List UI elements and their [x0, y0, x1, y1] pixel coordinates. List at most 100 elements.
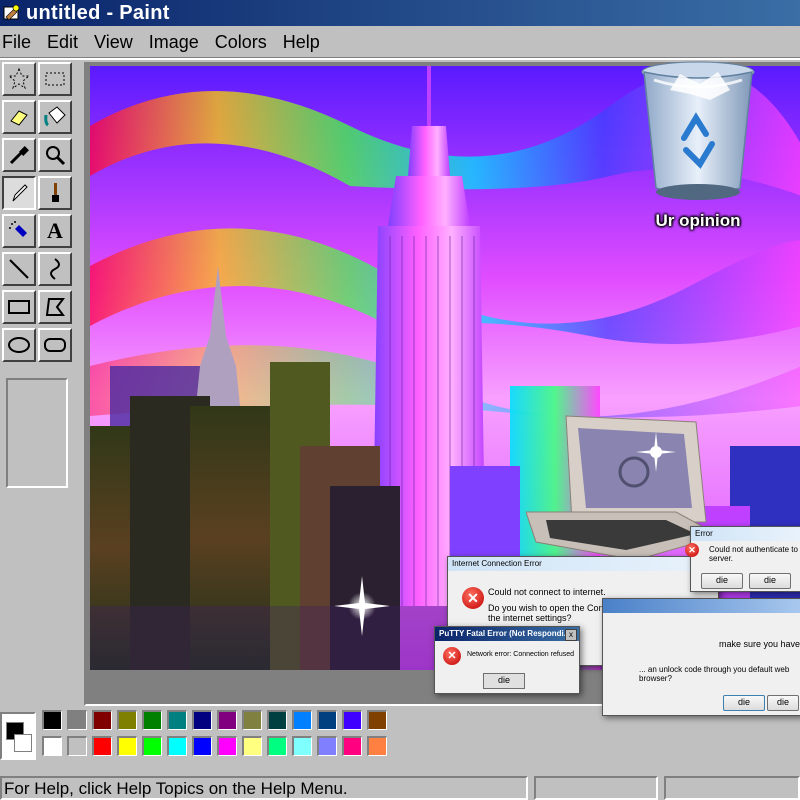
palette-swatch[interactable]	[117, 736, 137, 756]
menu-bar: File Edit View Image Colors Help	[0, 28, 800, 56]
error-icon: ✕	[685, 543, 699, 557]
palette-swatch[interactable]	[267, 736, 287, 756]
die-button[interactable]: die	[483, 673, 525, 689]
palette-swatch[interactable]	[267, 710, 287, 730]
palette-swatch[interactable]	[317, 736, 337, 756]
ellipse-tool[interactable]	[2, 328, 36, 362]
menu-file[interactable]: File	[0, 32, 39, 53]
palette-swatch[interactable]	[142, 736, 162, 756]
pick-color-tool[interactable]	[2, 138, 36, 172]
dialog-title: PuTTY Fatal Error (Not Respondi...	[439, 629, 571, 638]
error-icon: ✕	[443, 647, 461, 665]
palette-swatch[interactable]	[317, 710, 337, 730]
status-cell-position	[534, 776, 658, 800]
line-tool[interactable]	[2, 252, 36, 286]
menu-colors[interactable]: Colors	[207, 32, 275, 53]
rectangle-tool[interactable]	[2, 290, 36, 324]
palette-swatch[interactable]	[292, 710, 312, 730]
brush-tool[interactable]	[38, 176, 72, 210]
curve-tool[interactable]	[38, 252, 72, 286]
current-colors-box	[0, 712, 36, 760]
menu-image[interactable]: Image	[141, 32, 207, 53]
menu-help[interactable]: Help	[275, 32, 328, 53]
eraser-icon	[10, 110, 28, 126]
rounded-rectangle-icon	[44, 338, 66, 352]
background-color-swatch[interactable]	[14, 734, 32, 752]
palette-swatch[interactable]	[292, 736, 312, 756]
auth-error-dialog: Error ✕ Could not authenticate to server…	[685, 526, 800, 592]
dialog-title: Error	[691, 527, 800, 541]
dialog-message: Could not authenticate to server.	[709, 545, 798, 563]
palette-swatch[interactable]	[42, 736, 62, 756]
menu-edit[interactable]: Edit	[39, 32, 86, 53]
polygon-tool[interactable]	[38, 290, 72, 324]
paint-app-icon[interactable]	[2, 3, 22, 23]
ellipse-icon	[8, 337, 30, 353]
color-palette	[0, 704, 800, 766]
pencil-icon	[12, 184, 28, 202]
palette-swatch[interactable]	[42, 710, 62, 730]
fill-icon	[44, 106, 66, 127]
close-icon[interactable]: x	[565, 629, 577, 641]
palette-swatch[interactable]	[217, 710, 237, 730]
brush-icon	[52, 183, 59, 202]
pick-color-icon	[9, 146, 29, 165]
status-text: For Help, click Help Topics on the Help …	[0, 776, 528, 800]
free-form-select-tool[interactable]	[2, 62, 36, 96]
airbrush-tool[interactable]	[2, 214, 36, 248]
palette-swatch[interactable]	[167, 710, 187, 730]
title-bar: untitled - Paint	[0, 0, 800, 26]
recycle-bin-icon	[641, 61, 755, 200]
eraser-tool[interactable]	[2, 100, 36, 134]
dialog-title: Internet Connection Error	[448, 557, 718, 571]
curve-icon	[50, 258, 60, 280]
palette-swatch[interactable]	[192, 736, 212, 756]
recycle-bin[interactable]: Ur opinion	[640, 60, 756, 231]
magnifier-icon	[46, 146, 66, 166]
toolbox: A	[0, 60, 78, 700]
palette-swatch[interactable]	[242, 710, 262, 730]
magnifier-tool[interactable]	[38, 138, 72, 172]
airbrush-icon	[9, 221, 27, 237]
putty-error-dialog: PuTTY Fatal Error (Not Respondi... x ✕ N…	[434, 626, 580, 694]
select-tool[interactable]	[38, 62, 72, 96]
palette-swatch[interactable]	[142, 710, 162, 730]
fill-tool[interactable]	[38, 100, 72, 134]
window-title: untitled - Paint	[26, 1, 170, 24]
palette-swatch[interactable]	[167, 736, 187, 756]
palette-swatch[interactable]	[67, 710, 87, 730]
status-bar: For Help, click Help Topics on the Help …	[0, 772, 800, 800]
palette-swatch[interactable]	[67, 736, 87, 756]
unlock-dialog: make sure you have an inte ... an unlock…	[602, 598, 800, 716]
rounded-rectangle-tool[interactable]	[38, 328, 72, 362]
dialog-title-bar: PuTTY Fatal Error (Not Respondi...	[435, 627, 579, 641]
dialog-message: make sure you have an inte	[719, 639, 800, 649]
palette-swatch[interactable]	[342, 710, 362, 730]
palette-swatch[interactable]	[92, 736, 112, 756]
line-icon	[9, 259, 29, 279]
palette-swatch[interactable]	[367, 736, 387, 756]
recycle-bin-label: Ur opinion	[655, 211, 741, 230]
status-cell-size	[664, 776, 800, 800]
dialog-message: ... an unlock code through you default w…	[639, 665, 790, 683]
die-button[interactable]: die	[701, 573, 743, 589]
dialog-title-bar	[603, 599, 800, 613]
tool-options-box[interactable]	[6, 378, 68, 488]
menu-view[interactable]: View	[86, 32, 141, 53]
palette-swatch[interactable]	[192, 710, 212, 730]
palette-swatch[interactable]	[92, 710, 112, 730]
palette-swatch[interactable]	[117, 710, 137, 730]
free-form-select-icon	[7, 67, 31, 90]
palette-swatch[interactable]	[242, 736, 262, 756]
text-tool[interactable]: A	[38, 214, 72, 248]
error-icon: ✕	[462, 587, 484, 609]
select-icon	[45, 72, 65, 86]
palette-swatch[interactable]	[367, 710, 387, 730]
text-icon: A	[47, 218, 63, 243]
rectangle-icon	[8, 300, 30, 314]
palette-swatch[interactable]	[342, 736, 362, 756]
polygon-icon	[45, 298, 65, 316]
die-button[interactable]: die	[749, 573, 791, 589]
palette-swatch[interactable]	[217, 736, 237, 756]
pencil-tool[interactable]	[2, 176, 36, 210]
